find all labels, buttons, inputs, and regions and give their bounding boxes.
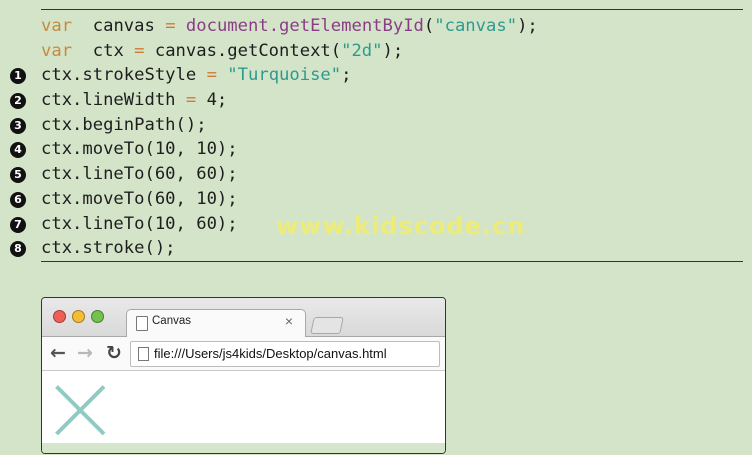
code-text: ctx.lineTo(60, 60); xyxy=(41,162,238,187)
code-token: = xyxy=(134,40,145,61)
bottom-rule xyxy=(41,261,743,262)
viewport-bottom-stripe xyxy=(42,443,445,453)
code-token: var xyxy=(41,40,73,61)
tab-canvas[interactable]: Canvas × xyxy=(126,309,306,337)
tab-bar: Canvas × xyxy=(42,298,445,337)
code-text: ctx.stroke(); xyxy=(41,236,176,261)
code-text: var ctx = canvas.getContext("2d"); xyxy=(41,39,403,64)
code-text: ctx.moveTo(60, 10); xyxy=(41,187,238,212)
address-bar[interactable] xyxy=(130,341,440,367)
step-number-badge: 7 xyxy=(10,216,26,233)
code-token: document.getElementById xyxy=(185,16,424,36)
new-tab-button[interactable] xyxy=(310,317,344,334)
code-token: = xyxy=(185,90,197,111)
step-number-badge: 6 xyxy=(10,191,26,208)
page-icon xyxy=(136,316,148,331)
reload-icon[interactable]: ↻ xyxy=(103,341,125,365)
code-token: "canvas" xyxy=(434,16,518,36)
code-token: = xyxy=(165,16,176,36)
step-number-badge: 1 xyxy=(10,68,26,85)
code-token: ctx.lineTo(60, 60); xyxy=(41,164,238,185)
code-token: canvas xyxy=(72,16,166,36)
code-token: ); xyxy=(517,16,538,36)
code-token: = xyxy=(206,65,217,86)
top-rule xyxy=(41,9,743,10)
code-token: ); xyxy=(382,40,404,61)
code-token: ctx.moveTo(10, 10); xyxy=(41,139,238,160)
code-token: "2d" xyxy=(341,40,383,61)
code-token: ctx.beginPath(); xyxy=(41,114,207,135)
code-text: var canvas = document.getElementById("ca… xyxy=(41,14,538,39)
browser-toolbar: ← → ↻ xyxy=(42,337,445,371)
code-token: ( xyxy=(423,16,435,36)
code-token: ctx.lineWidth xyxy=(41,90,186,111)
code-token: ctx.strokeStyle xyxy=(41,65,207,86)
code-text: ctx.beginPath(); xyxy=(41,113,207,138)
browser-window: Canvas × ← → ↻ xyxy=(41,297,446,454)
code-token: 4; xyxy=(196,90,228,111)
page-icon xyxy=(138,347,149,361)
code-token: ctx.moveTo(60, 10); xyxy=(41,188,238,209)
code-text: ctx.strokeStyle = "Turquoise"; xyxy=(41,63,351,88)
code-token: ctx xyxy=(72,40,135,61)
url-input[interactable] xyxy=(154,344,434,362)
code-token: var xyxy=(41,16,73,36)
step-number-badge: 2 xyxy=(10,93,26,110)
forward-icon[interactable]: → xyxy=(74,341,96,365)
step-number-badge: 3 xyxy=(10,117,26,134)
code-token: canvas.getContext( xyxy=(144,40,342,61)
minimize-window-button[interactable] xyxy=(72,310,85,323)
code-token: "Turquoise" xyxy=(227,65,342,86)
close-window-button[interactable] xyxy=(53,310,66,323)
step-number-badge: 4 xyxy=(10,142,26,159)
tab-title: Canvas xyxy=(152,315,191,327)
back-icon[interactable]: ← xyxy=(47,341,69,365)
canvas-drawing xyxy=(55,385,106,436)
page-viewport xyxy=(42,371,445,453)
step-number-badge: 5 xyxy=(10,167,26,184)
watermark: www.kidscode.cn xyxy=(276,212,526,240)
code-text: ctx.moveTo(10, 10); xyxy=(41,137,238,162)
code-text: ctx.lineTo(10, 60); xyxy=(41,212,238,237)
zoom-window-button[interactable] xyxy=(91,310,104,323)
step-number-badge: 8 xyxy=(10,241,26,258)
code-token: ctx.stroke(); xyxy=(41,238,176,259)
code-token: ; xyxy=(341,65,352,86)
code-token: ctx.lineTo(10, 60); xyxy=(41,213,238,234)
code-text: ctx.lineWidth = 4; xyxy=(41,88,227,113)
close-tab-icon[interactable]: × xyxy=(285,313,293,329)
